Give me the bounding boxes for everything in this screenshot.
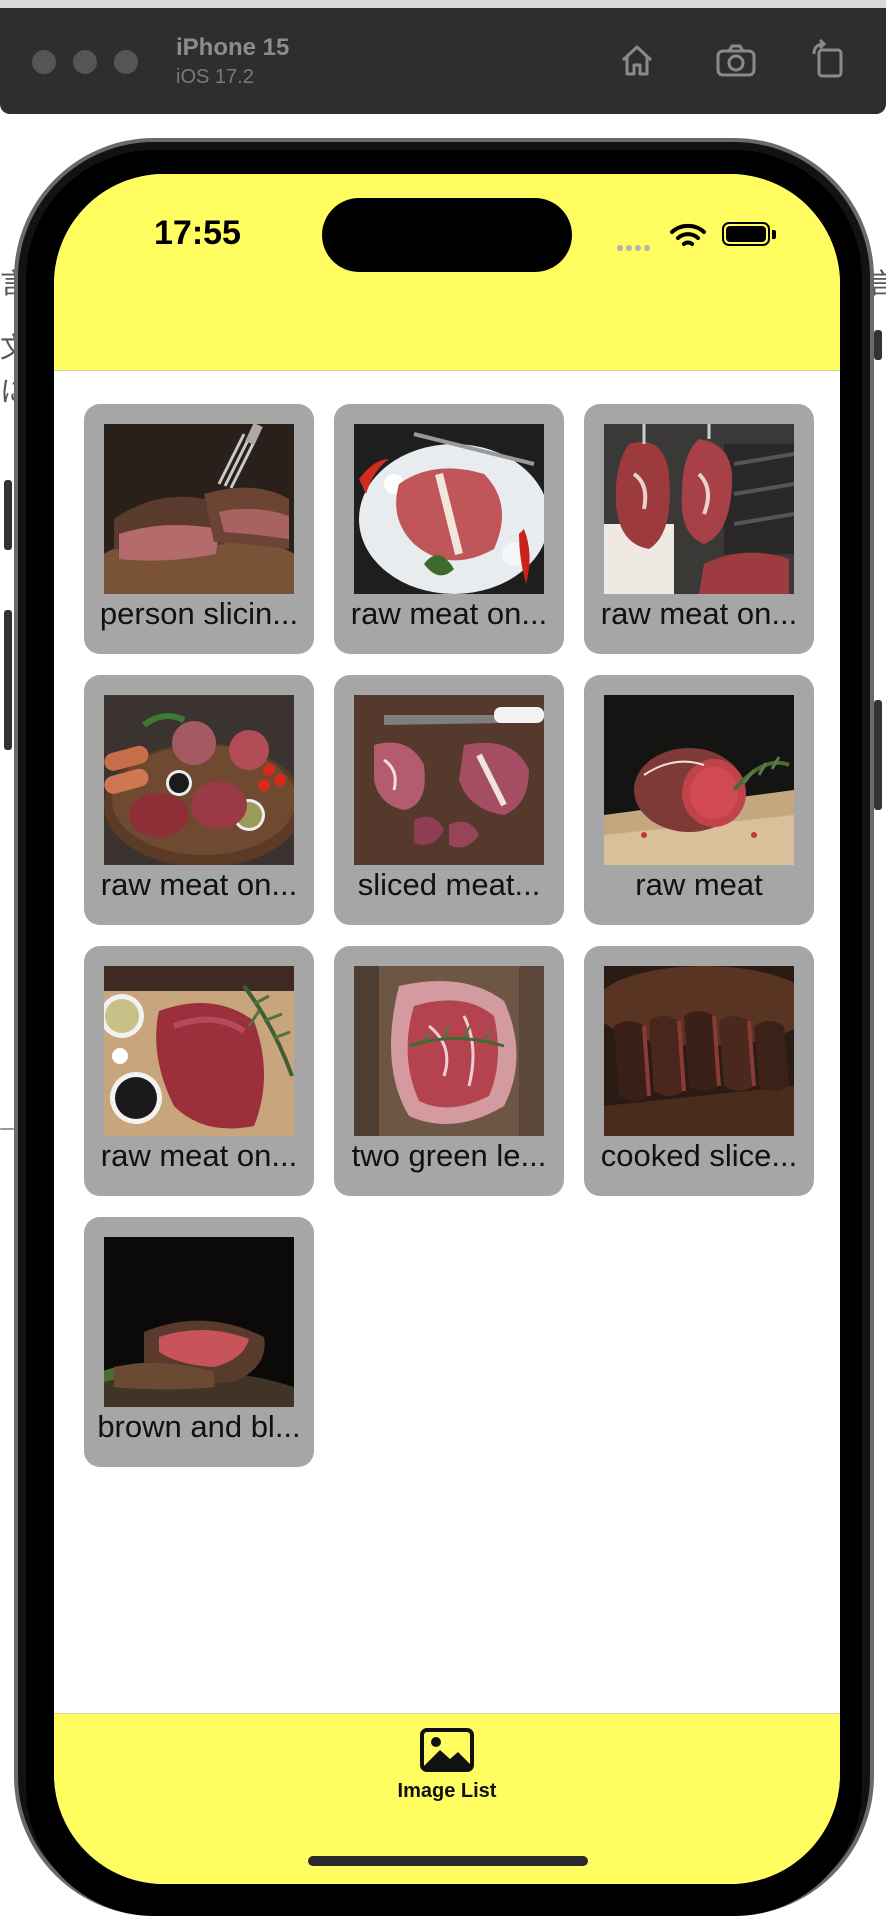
background-scroll-bar — [4, 610, 12, 750]
image-thumbnail — [604, 695, 794, 865]
photo-icon — [420, 1728, 474, 1772]
background-scroll-bar — [874, 700, 882, 810]
cellular-signal-icon — [617, 238, 653, 256]
image-caption: raw meat on... — [350, 596, 548, 631]
image-caption: raw meat on... — [100, 1138, 298, 1173]
image-caption: cooked slice... — [600, 1138, 798, 1173]
image-caption: raw meat on... — [600, 596, 798, 631]
image-thumbnail — [354, 424, 544, 594]
window-top-edge — [0, 0, 886, 8]
image-card[interactable]: two green le... — [334, 946, 564, 1196]
navigation-bar: 17:55 — [54, 174, 840, 371]
image-thumbnail — [104, 966, 294, 1136]
image-caption: sliced meat... — [357, 867, 541, 902]
image-card[interactable]: raw meat on... — [584, 404, 814, 654]
image-thumbnail — [604, 424, 794, 594]
window-close-button[interactable] — [32, 50, 56, 74]
home-indicator[interactable] — [308, 1856, 588, 1866]
image-caption: raw meat on... — [100, 867, 298, 902]
image-thumbnail — [604, 966, 794, 1136]
image-card[interactable]: raw meat — [584, 675, 814, 925]
image-caption: raw meat — [635, 867, 763, 902]
dynamic-island — [322, 198, 572, 272]
window-minimize-button[interactable] — [73, 50, 97, 74]
image-caption: person slicin... — [99, 596, 299, 631]
device-name: iPhone 15 — [176, 34, 290, 61]
window-zoom-button[interactable] — [114, 50, 138, 74]
image-card[interactable]: person slicin... — [84, 404, 314, 654]
tab-image-list[interactable]: Image List — [372, 1728, 522, 1818]
tab-bar: Image List — [54, 1713, 840, 1884]
image-card[interactable]: raw meat on... — [334, 404, 564, 654]
image-thumbnail — [354, 695, 544, 865]
battery-cap — [772, 230, 776, 239]
image-card[interactable]: raw meat on... — [84, 946, 314, 1196]
simulator-toolbar: iPhone 15 iOS 17.2 — [0, 0, 886, 114]
image-thumbnail — [354, 966, 544, 1136]
rotate-icon[interactable] — [806, 38, 850, 82]
image-thumbnail — [104, 1237, 294, 1407]
image-card[interactable]: brown and bl... — [84, 1217, 314, 1467]
screenshot-camera-icon[interactable] — [714, 38, 758, 82]
phone-screen: 17:55 person slicin... raw meat on... raw … — [54, 174, 840, 1884]
background-divider — [0, 1128, 14, 1130]
image-caption: brown and bl... — [97, 1409, 301, 1444]
battery-icon — [722, 222, 770, 246]
image-thumbnail — [104, 424, 294, 594]
image-caption: two green le... — [351, 1138, 547, 1173]
image-card[interactable]: raw meat on... — [84, 675, 314, 925]
background-scroll-bar — [4, 480, 12, 550]
image-card[interactable]: cooked slice... — [584, 946, 814, 1196]
image-thumbnail — [104, 695, 294, 865]
background-scroll-bar — [874, 330, 882, 360]
tab-label: Image List — [397, 1780, 497, 1802]
image-card[interactable]: sliced meat... — [334, 675, 564, 925]
os-version: iOS 17.2 — [176, 66, 254, 88]
wifi-icon — [670, 223, 706, 246]
status-time: 17:55 — [154, 214, 241, 252]
home-icon[interactable] — [615, 38, 659, 82]
